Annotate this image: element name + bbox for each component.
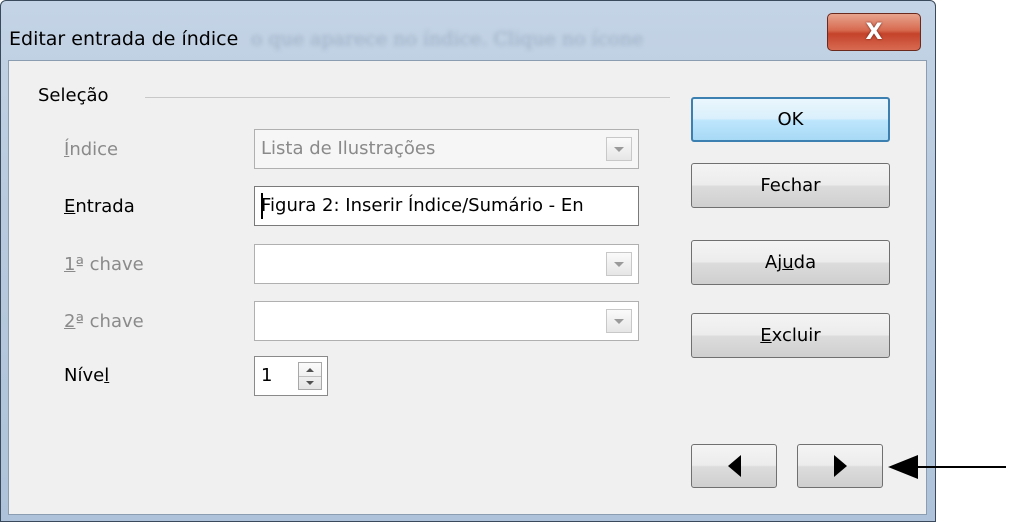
chevron-down-icon <box>306 380 314 385</box>
group-label-selecao: Seleção <box>38 85 115 106</box>
mnemonic-chave1: 1 <box>64 254 76 275</box>
label-nivel-pre: Níve <box>64 365 105 386</box>
next-entry-button[interactable] <box>797 444 883 488</box>
label-indice-rest: ndice <box>69 139 119 160</box>
chave1-combobox[interactable] <box>254 244 639 284</box>
ok-button-label: OK <box>777 109 804 130</box>
excluir-button[interactable]: Excluir <box>691 313 890 358</box>
arrow-left-icon <box>727 455 741 477</box>
chevron-down-icon <box>614 261 624 267</box>
annotation-arrow-head-icon <box>888 455 918 479</box>
chevron-down-icon <box>614 146 624 152</box>
label-chave2: 2ª chave <box>64 311 144 332</box>
chevron-down-icon <box>614 318 624 324</box>
ajuda-label-post: da <box>793 252 817 273</box>
nivel-spin-buttons <box>298 362 322 390</box>
spin-up-button[interactable] <box>299 363 321 377</box>
fechar-button[interactable]: Fechar <box>691 163 890 208</box>
indice-dropdown-button[interactable] <box>606 137 632 161</box>
spin-down-button[interactable] <box>299 376 321 389</box>
indice-combobox[interactable]: Lista de Ilustrações <box>254 129 639 169</box>
nivel-spinbox-value: 1 <box>261 365 273 386</box>
chevron-up-icon <box>306 367 314 372</box>
ajuda-button[interactable]: Ajuda <box>691 240 890 285</box>
label-chave2-rest: ª chave <box>75 311 144 332</box>
excluir-label-rest: xcluir <box>771 325 821 346</box>
ajuda-mnemonic: u <box>782 252 794 273</box>
label-nivel: Nível <box>64 365 109 386</box>
arrow-right-icon <box>833 455 847 477</box>
close-button[interactable]: X <box>827 13 921 51</box>
entrada-input-value: Figura 2: Inserir Índice/Sumário - En <box>261 195 584 216</box>
chave1-dropdown-button[interactable] <box>606 252 632 276</box>
ok-button[interactable]: OK <box>691 97 890 142</box>
label-chave1-rest: ª chave <box>75 254 144 275</box>
previous-entry-button[interactable] <box>691 444 777 488</box>
title-bar[interactable]: o que aparece no índice. Clique no ícone… <box>1 1 935 63</box>
group-separator-line <box>145 97 670 98</box>
text-caret <box>261 193 263 219</box>
label-entrada: Entrada <box>64 196 135 217</box>
ajuda-label-pre: Aj <box>764 252 783 273</box>
background-ghost-text: o que aparece no índice. Clique no ícone <box>251 28 644 50</box>
label-indice: Índice <box>64 139 118 160</box>
close-icon: X <box>865 19 883 45</box>
entrada-input[interactable]: Figura 2: Inserir Índice/Sumário - En <box>254 186 639 226</box>
nivel-spinbox[interactable]: 1 <box>254 356 328 396</box>
indice-combobox-value: Lista de Ilustrações <box>261 138 436 159</box>
window-title: Editar entrada de índice <box>9 28 239 50</box>
mnemonic-chave2: 2 <box>64 311 76 332</box>
annotation-arrow-line <box>906 466 1006 468</box>
excluir-button-label: Excluir <box>760 325 820 346</box>
excluir-mnemonic: E <box>760 325 772 346</box>
mnemonic-entrada: E <box>64 196 76 217</box>
mnemonic-nivel: l <box>104 365 110 386</box>
chave2-dropdown-button[interactable] <box>606 309 632 333</box>
fechar-button-label: Fechar <box>760 175 821 196</box>
chave2-combobox[interactable] <box>254 301 639 341</box>
label-chave1: 1ª chave <box>64 254 144 275</box>
ajuda-button-label: Ajuda <box>765 252 816 273</box>
label-entrada-rest: ntrada <box>75 196 135 217</box>
